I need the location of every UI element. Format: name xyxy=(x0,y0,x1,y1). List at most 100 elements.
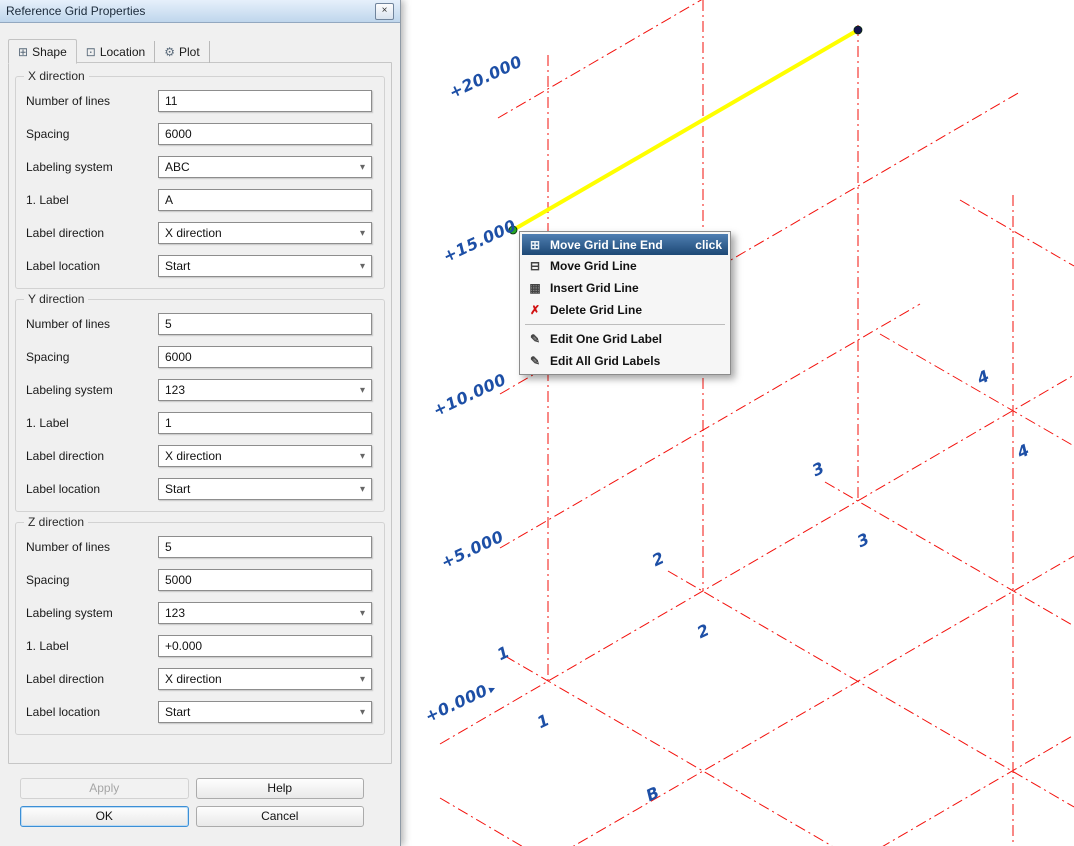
ok-button[interactable]: OK xyxy=(20,806,189,827)
menu-item-move-grid-line[interactable]: ⊟ Move Grid Line xyxy=(522,255,728,277)
menu-item-move-grid-line-end[interactable]: ⊞ Move Grid Line End click xyxy=(522,234,728,255)
y-direction-label-direction-select[interactable]: X direction▾ xyxy=(158,445,372,467)
move-grid-line-end-icon: ⊞ xyxy=(526,238,544,252)
grid-line-end-handle[interactable] xyxy=(854,26,862,34)
button-row-bottom: OK Cancel xyxy=(20,806,364,827)
grid-line xyxy=(880,334,1074,446)
form-row: 1. Label A xyxy=(20,189,376,211)
cancel-button[interactable]: Cancel xyxy=(196,806,365,827)
button-row-top: Apply Help xyxy=(20,778,364,799)
form-row: Label directionX direction▾ xyxy=(20,222,376,244)
select-value: 123 xyxy=(165,383,185,397)
field-label: Number of lines xyxy=(20,317,158,331)
delete-grid-line-icon: ✗ xyxy=(526,303,544,317)
tab-page-shape: X direction Number of lines 11 Spacing6000 L… xyxy=(8,62,392,764)
form-row: Label location Start ▾ xyxy=(20,255,376,277)
menu-item-label: Delete Grid Line xyxy=(550,303,642,317)
chevron-down-icon: ▾ xyxy=(360,608,365,619)
form-row: Labeling system123▾ xyxy=(20,379,376,401)
z-direction-number-of-lines-input[interactable]: 5 xyxy=(158,536,372,558)
highlighted-grid-line[interactable] xyxy=(513,30,858,230)
z-direction-labeling-system-select[interactable]: 123 ▾ xyxy=(158,602,372,624)
y-direction-number-of-lines-input[interactable]: 5 xyxy=(158,313,372,335)
x-direction-1-label-input[interactable]: A xyxy=(158,189,372,211)
tab-shape[interactable]: ⊞Shape xyxy=(8,39,77,64)
tab-location[interactable]: ⊡ Location xyxy=(77,41,155,63)
tab-label: Location xyxy=(100,45,145,59)
chevron-down-icon: ▾ xyxy=(360,228,365,239)
y-direction-spacing-input[interactable]: 6000 xyxy=(158,346,372,368)
y-direction-label-location-select[interactable]: Start▾ xyxy=(158,478,372,500)
tab-plot[interactable]: ⚙Plot xyxy=(155,41,209,63)
select-value: 123 xyxy=(165,606,185,620)
form-row: Labeling systemABC▾ xyxy=(20,156,376,178)
form-row: 1. Label 1 xyxy=(20,412,376,434)
grid-line xyxy=(498,0,720,118)
menu-item-label: Move Grid Line End xyxy=(550,238,663,252)
grid-line xyxy=(560,556,1074,846)
plot-tab-icon: ⚙ xyxy=(164,45,175,59)
field-label: Labeling system xyxy=(20,606,158,620)
model-view-canvas[interactable]: +20.000+15.000+10.000+5.000+0.000▸123412… xyxy=(400,0,1074,846)
grid-line xyxy=(440,798,525,846)
input-value: A xyxy=(165,193,173,207)
grid-line xyxy=(440,375,1074,744)
insert-grid-line-icon: ▦ xyxy=(526,281,544,295)
field-label: Label location xyxy=(20,259,158,273)
close-icon[interactable]: × xyxy=(375,3,394,20)
select-value: Start xyxy=(165,259,190,273)
x-direction-spacing-input[interactable]: 6000 xyxy=(158,123,372,145)
field-label: Number of lines xyxy=(20,94,158,108)
field-label: Label direction xyxy=(20,449,158,463)
menu-item-edit-one-grid-label[interactable]: ✎ Edit One Grid Label xyxy=(522,328,728,350)
menu-item-insert-grid-line[interactable]: ▦Insert Grid Line xyxy=(522,277,728,299)
move-grid-line-icon: ⊟ xyxy=(526,259,544,273)
z-direction-label-location-select[interactable]: Start▾ xyxy=(158,701,372,723)
grid-line xyxy=(505,656,832,846)
chevron-down-icon: ▾ xyxy=(360,261,365,272)
menu-item-label: Edit One Grid Label xyxy=(550,332,662,346)
input-value: 5 xyxy=(165,540,172,554)
reference-grid-drawing xyxy=(400,0,1074,846)
grid-line-start-handle[interactable] xyxy=(509,226,517,234)
menu-item-label: Edit All Grid Labels xyxy=(550,354,660,368)
x-direction-number-of-lines-input[interactable]: 11 xyxy=(158,90,372,112)
location-tab-icon: ⊡ xyxy=(86,45,96,59)
field-label: 1. Label xyxy=(20,639,158,653)
select-value: X direction xyxy=(165,449,222,463)
form-row: Spacing6000 xyxy=(20,346,376,368)
dialog-titlebar[interactable]: Reference Grid Properties × xyxy=(0,0,400,23)
menu-item-label: Move Grid Line xyxy=(550,259,637,273)
reference-grid-properties-dialog: Reference Grid Properties × ⊞Shape ⊡ Locat… xyxy=(0,0,401,846)
z-direction-spacing-input[interactable]: 5000 xyxy=(158,569,372,591)
menu-item-edit-all-grid-labels[interactable]: ✎Edit All Grid Labels xyxy=(522,350,728,372)
chevron-down-icon: ▾ xyxy=(360,674,365,685)
x-direction-label-direction-select[interactable]: X direction▾ xyxy=(158,222,372,244)
y-direction-1-label-input[interactable]: 1 xyxy=(158,412,372,434)
tab-label: Shape xyxy=(32,45,67,59)
edit-one-grid-label-icon: ✎ xyxy=(526,332,544,346)
grid-line xyxy=(960,200,1074,266)
field-label: Labeling system xyxy=(20,160,158,174)
form-row: Label locationStart▾ xyxy=(20,701,376,723)
field-label: 1. Label xyxy=(20,193,158,207)
help-button[interactable]: Help xyxy=(196,778,365,799)
x-direction-labeling-system-select[interactable]: ABC▾ xyxy=(158,156,372,178)
form-row: Number of lines5 xyxy=(20,313,376,335)
field-label: 1. Label xyxy=(20,416,158,430)
apply-button[interactable]: Apply xyxy=(20,778,189,799)
y-direction-labeling-system-select[interactable]: 123▾ xyxy=(158,379,372,401)
input-value: 5000 xyxy=(165,573,192,587)
form-row: Label directionX direction▾ xyxy=(20,668,376,690)
z-direction-label-direction-select[interactable]: X direction▾ xyxy=(158,668,372,690)
grid-line xyxy=(825,482,1074,626)
tab-strip: ⊞Shape ⊡ Location ⚙Plot xyxy=(8,40,210,63)
menu-item-delete-grid-line[interactable]: ✗ Delete Grid Line xyxy=(522,299,728,321)
group-legend: Z direction xyxy=(24,515,88,529)
input-value: 1 xyxy=(165,416,172,430)
form-row: Label locationStart▾ xyxy=(20,478,376,500)
input-value: 11 xyxy=(165,94,177,108)
menu-hint: click xyxy=(695,238,722,252)
z-direction-1-label-input[interactable]: +0.000 xyxy=(158,635,372,657)
x-direction-label-location-select[interactable]: Start ▾ xyxy=(158,255,372,277)
